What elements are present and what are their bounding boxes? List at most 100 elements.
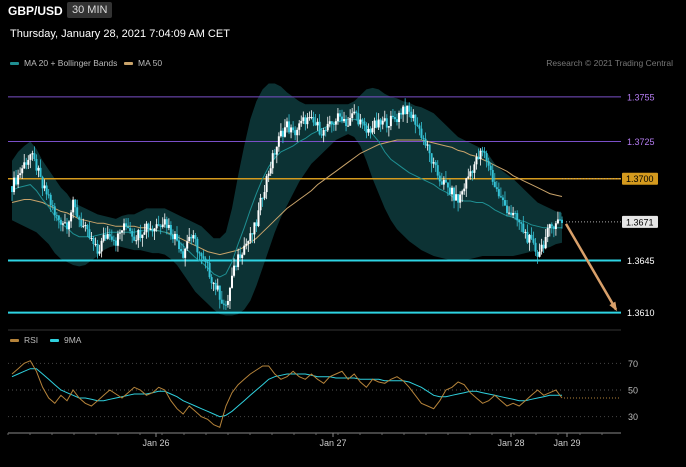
level-label-1.3700: 1.3700 [626,174,654,184]
candle-body [402,106,405,115]
candle-body [485,153,488,162]
candle-body [540,244,543,252]
candle-body [548,224,551,229]
candle-body [257,210,260,227]
candle-body [283,127,286,137]
candle-body [408,105,411,112]
candle-body [86,225,89,230]
candle-body [326,123,329,131]
candle-body [206,261,209,263]
candle-body [420,128,423,138]
candle-body [290,127,293,133]
candle-body [29,154,32,160]
candle-body [194,235,197,239]
price-chart[interactable]: 1.3755 1.3725 1.3700 1.3645 1.3610 1.3671 30 5… [0,0,686,467]
candle-body [292,127,295,131]
candle-body [522,223,525,233]
candle-body [23,162,26,169]
candle-body [180,249,183,252]
candle-body [332,123,335,125]
candle-body [495,187,498,190]
candle-body [334,121,337,125]
candle-body [212,282,215,284]
candle-body [37,167,40,171]
candle-body [491,170,494,182]
level-label-1.3725: 1.3725 [627,137,655,147]
candle-body [125,223,128,227]
candle-body [383,118,386,121]
candle-body [300,120,303,124]
candle-body [338,113,341,117]
candle-body [497,189,500,197]
candle-body [552,226,555,230]
candle-body [184,248,187,258]
candle-body [418,125,421,129]
candle-body [381,120,384,125]
candle-body [448,187,451,195]
candle-body [161,224,164,227]
candle-body [288,121,291,133]
candle-body [451,187,453,195]
candle-body [341,116,343,122]
candle-body [351,113,354,118]
candle-body [436,165,439,176]
candle-body [98,251,101,254]
candle-body [17,175,20,185]
candle-body [15,177,18,185]
candle-body [286,121,288,128]
candle-body [31,153,34,155]
candle-body [475,156,478,165]
candle-body [375,120,378,128]
candle-body [239,254,242,258]
candle-body [365,125,368,133]
candle-body [188,236,191,242]
candle-body [518,220,521,223]
candle-body [127,226,130,229]
candle-body [80,219,83,227]
candle-body [114,240,117,246]
candle-body [137,230,140,241]
candle-body [347,125,350,127]
candle-body [135,240,138,242]
candle-body [204,258,207,262]
candle-body [438,175,441,182]
candle-body [178,240,181,250]
candle-body [377,119,380,128]
candle-body [153,228,156,232]
candle-body [235,265,238,267]
candle-body [88,229,91,239]
candle-body [428,144,431,154]
candle-body [84,225,87,227]
candle-body [143,232,146,235]
rsi-tick-30: 30 [628,412,638,422]
candle-body [25,162,28,165]
candle-body [55,215,58,217]
candle-body [414,114,417,125]
candle-body [546,228,549,237]
candle-body [149,229,152,231]
time-tick-label: Jan 28 [497,438,524,448]
level-label-1.3755: 1.3755 [627,92,655,102]
candle-body [106,234,109,239]
candle-body [216,285,219,290]
candle-body [186,241,189,249]
projection-arrow-shaft [564,223,618,311]
candle-body [493,181,496,188]
rsi-ma-line [11,368,562,418]
candle-body [479,150,482,160]
candle-body [277,136,280,147]
candle-body [544,236,547,249]
candle-body [11,186,13,193]
candle-body [404,106,407,115]
candle-body [508,212,511,214]
candle-body [220,299,223,304]
candle-body [400,112,403,115]
candle-body [310,117,313,119]
candle-body [263,192,266,199]
candle-body [473,164,476,173]
candle-body [157,224,160,226]
candle-body [554,223,557,230]
candle-body [503,200,506,206]
candle-body [343,118,346,122]
candle-body [281,130,284,137]
